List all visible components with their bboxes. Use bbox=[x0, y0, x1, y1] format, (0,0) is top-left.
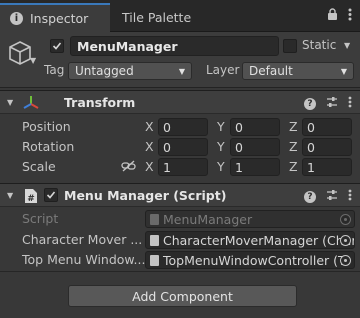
axis-x-label: X bbox=[145, 139, 154, 154]
rotation-label: Rotation bbox=[22, 139, 75, 154]
script-object-field: MenuManager bbox=[145, 210, 355, 228]
csharp-script-icon: # bbox=[24, 188, 38, 207]
static-label: Static bbox=[302, 38, 337, 52]
script-field-label: Script bbox=[22, 211, 59, 226]
script-object-value: MenuManager bbox=[163, 212, 253, 227]
transform-axes-icon bbox=[22, 94, 40, 115]
top-menu-window-object-field[interactable]: TopMenuWindowController (To bbox=[145, 251, 355, 269]
top-menu-window-label: Top Menu Window... bbox=[22, 252, 146, 267]
tab-inspector[interactable]: i Inspector bbox=[0, 3, 110, 32]
object-picker-icon[interactable] bbox=[340, 235, 351, 246]
divider bbox=[0, 271, 360, 272]
chevron-down-icon: ▼ bbox=[178, 67, 185, 76]
object-picker-icon bbox=[340, 214, 351, 225]
character-mover-label: Character Mover ... bbox=[22, 232, 143, 247]
axis-y-label: Y bbox=[217, 119, 225, 134]
kebab-menu-icon[interactable] bbox=[348, 189, 352, 204]
transform-header[interactable]: ▼ Transform ? bbox=[0, 90, 360, 114]
object-picker-icon[interactable] bbox=[340, 255, 351, 266]
script-file-icon bbox=[150, 255, 159, 266]
layer-dropdown[interactable]: Default ▼ bbox=[242, 62, 354, 80]
info-icon: i bbox=[10, 12, 23, 25]
icon-dropdown-arrow-icon[interactable]: ▼ bbox=[30, 56, 36, 65]
static-checkbox[interactable] bbox=[283, 39, 297, 53]
character-mover-value: CharacterMoverManager (Char bbox=[163, 233, 355, 248]
position-x-field[interactable]: 0 bbox=[158, 118, 208, 136]
axis-x-label: X bbox=[145, 159, 154, 174]
layer-label: Layer bbox=[206, 63, 240, 77]
tab-bar: i Inspector Tile Palette bbox=[0, 0, 360, 32]
constrain-proportions-icon[interactable] bbox=[121, 160, 136, 175]
scale-y-field[interactable]: 1 bbox=[230, 158, 280, 176]
axis-z-label: Z bbox=[289, 139, 298, 154]
foldout-arrow-icon[interactable]: ▼ bbox=[7, 98, 13, 107]
help-icon[interactable]: ? bbox=[304, 97, 316, 110]
position-z-field[interactable]: 0 bbox=[302, 118, 352, 136]
help-icon[interactable]: ? bbox=[304, 190, 316, 203]
lock-icon[interactable] bbox=[327, 8, 338, 24]
preset-icon[interactable] bbox=[326, 189, 338, 204]
axis-x-label: X bbox=[145, 119, 154, 134]
rotation-y-field[interactable]: 0 bbox=[230, 138, 280, 156]
axis-z-label: Z bbox=[289, 159, 298, 174]
rotation-x-field[interactable]: 0 bbox=[158, 138, 208, 156]
add-component-button[interactable]: Add Component bbox=[68, 285, 297, 307]
scale-x-field[interactable]: 1 bbox=[158, 158, 208, 176]
script-enabled-checkbox[interactable] bbox=[44, 188, 58, 202]
kebab-menu-icon[interactable] bbox=[348, 96, 352, 111]
tab-inspector-label: Inspector bbox=[30, 11, 89, 26]
axis-y-label: Y bbox=[217, 159, 225, 174]
script-component-title: Menu Manager (Script) bbox=[64, 188, 227, 203]
character-mover-object-field[interactable]: CharacterMoverManager (Char bbox=[145, 231, 355, 249]
gameobject-cube-icon[interactable] bbox=[8, 40, 32, 69]
active-checkbox[interactable] bbox=[50, 39, 64, 53]
top-menu-window-value: TopMenuWindowController (To bbox=[163, 253, 352, 268]
preset-icon[interactable] bbox=[326, 96, 338, 111]
position-y-field[interactable]: 0 bbox=[230, 118, 280, 136]
tag-label: Tag bbox=[44, 63, 65, 77]
gameobject-header: ▼ MenuManager Static ▼ Tag Untagged ▼ La… bbox=[0, 32, 360, 88]
tab-tile-palette[interactable]: Tile Palette bbox=[112, 3, 201, 32]
axis-z-label: Z bbox=[289, 119, 298, 134]
transform-title: Transform bbox=[64, 95, 136, 110]
svg-text:#: # bbox=[27, 194, 35, 204]
script-component-header[interactable]: ▼ # Menu Manager (Script) ? bbox=[0, 183, 360, 207]
scale-label: Scale bbox=[22, 159, 56, 174]
foldout-arrow-icon[interactable]: ▼ bbox=[7, 191, 13, 200]
chevron-down-icon: ▼ bbox=[340, 67, 347, 76]
tab-tile-palette-label: Tile Palette bbox=[122, 10, 192, 25]
tag-value: Untagged bbox=[75, 64, 134, 78]
gameobject-name-field[interactable]: MenuManager bbox=[70, 36, 279, 56]
static-dropdown-arrow-icon[interactable]: ▼ bbox=[344, 41, 350, 50]
tag-dropdown[interactable]: Untagged ▼ bbox=[68, 62, 192, 80]
kebab-menu-icon[interactable] bbox=[348, 8, 352, 24]
script-file-icon bbox=[150, 214, 159, 225]
scale-z-field[interactable]: 1 bbox=[302, 158, 352, 176]
position-label: Position bbox=[22, 119, 71, 134]
axis-y-label: Y bbox=[217, 139, 225, 154]
script-file-icon bbox=[150, 235, 159, 246]
layer-value: Default bbox=[249, 64, 293, 78]
rotation-z-field[interactable]: 0 bbox=[302, 138, 352, 156]
